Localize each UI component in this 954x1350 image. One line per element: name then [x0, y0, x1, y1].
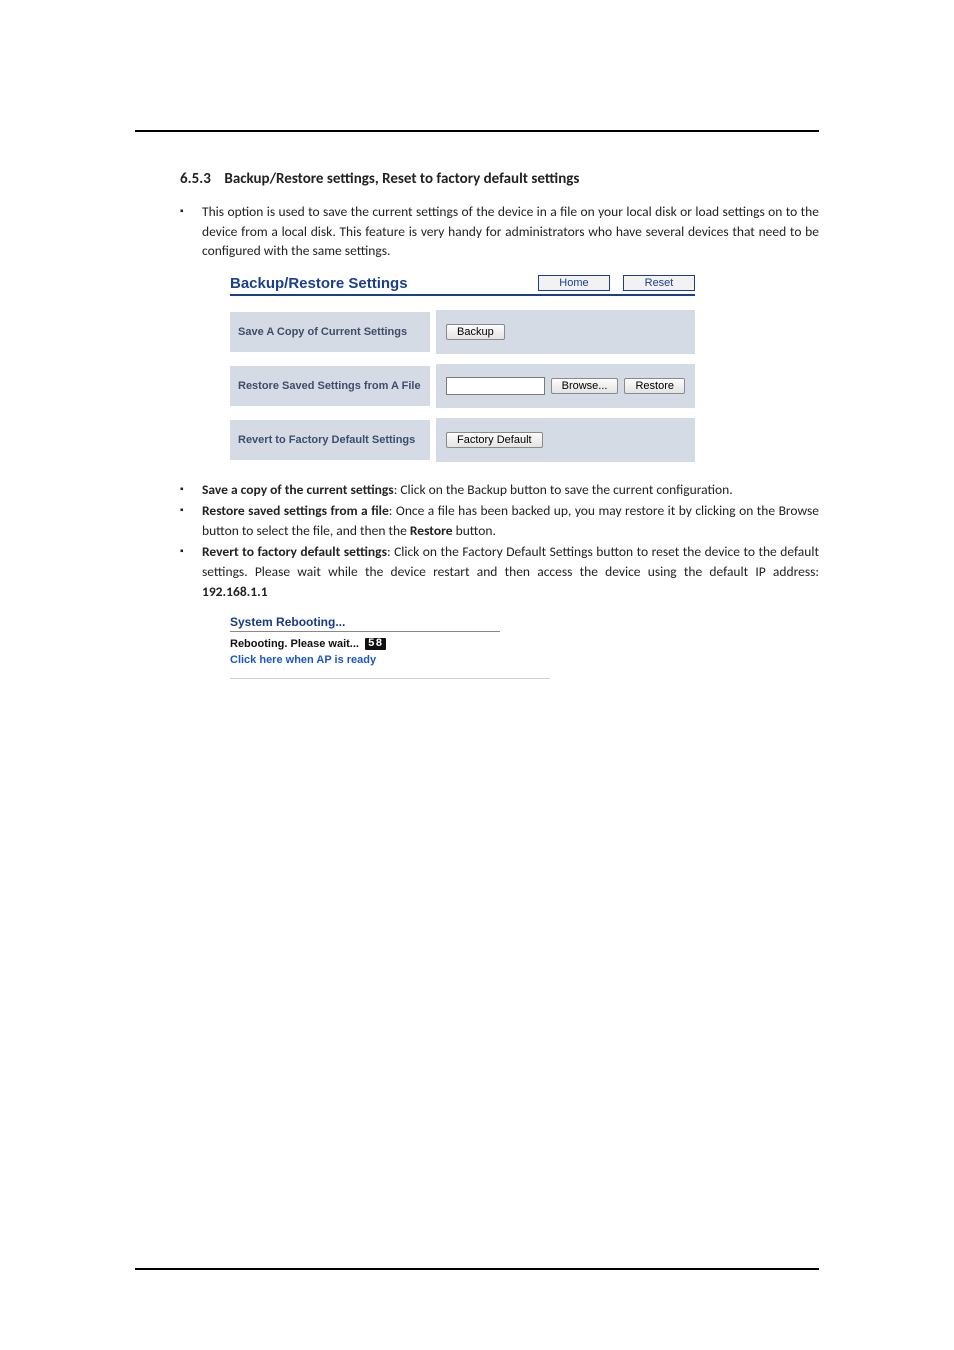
panel-divider: [230, 294, 695, 296]
intro-bullet-list: This option is used to save the current …: [180, 202, 819, 261]
backup-restore-panel: Backup/Restore Settings Home Reset Save …: [230, 275, 695, 462]
reboot-countdown: 58: [365, 638, 386, 650]
bullet-restore-bold: Restore saved settings from a file: [202, 502, 389, 519]
row-save-controls: Backup: [436, 310, 695, 354]
section-title-text: Backup/Restore settings, Reset to factor…: [224, 170, 579, 188]
panel-title: Backup/Restore Settings: [230, 275, 408, 292]
bullet-revert-bold: Revert to factory default settings: [202, 543, 387, 560]
panel-header: Backup/Restore Settings Home Reset: [230, 275, 695, 294]
row-revert-settings: Revert to Factory Default Settings Facto…: [230, 418, 695, 462]
intro-bullet: This option is used to save the current …: [180, 202, 819, 261]
restore-file-input[interactable]: [446, 377, 545, 395]
row-save-settings: Save A Copy of Current Settings Backup: [230, 310, 695, 354]
section-number: 6.5.3: [180, 170, 211, 188]
reboot-ready-link[interactable]: Click here when AP is ready: [230, 654, 500, 666]
reboot-title: System Rebooting...: [230, 615, 500, 631]
panel-header-buttons: Home Reset: [538, 275, 695, 291]
backup-button[interactable]: Backup: [446, 324, 505, 340]
explanation-bullet-list: Save a copy of the current settings: Cli…: [180, 480, 819, 601]
bullet-revert-ip: 192.168.1.1: [202, 583, 268, 600]
bullet-restore-rest2: button.: [453, 522, 496, 539]
document-page: 6.5.3 Backup/Restore settings, Reset to …: [0, 0, 954, 1350]
system-rebooting-panel: System Rebooting... Rebooting. Please wa…: [230, 615, 500, 679]
bullet-save-copy-rest: : Click on the Backup button to save the…: [394, 481, 733, 498]
section-heading: 6.5.3 Backup/Restore settings, Reset to …: [180, 170, 819, 188]
row-revert-controls: Factory Default: [436, 418, 695, 462]
row-restore-controls: Browse... Restore: [436, 364, 695, 408]
row-save-label: Save A Copy of Current Settings: [230, 312, 430, 352]
bullet-restore-bold2: Restore: [410, 522, 453, 539]
reboot-divider: [230, 631, 500, 632]
reboot-footer-divider: [230, 678, 550, 679]
reboot-status-text: Rebooting. Please wait...: [230, 638, 359, 650]
restore-button[interactable]: Restore: [624, 378, 685, 394]
bullet-revert: Revert to factory default settings: Clic…: [180, 542, 819, 601]
factory-default-button[interactable]: Factory Default: [446, 432, 543, 448]
browse-button[interactable]: Browse...: [551, 378, 619, 394]
row-restore-settings: Restore Saved Settings from A File Brows…: [230, 364, 695, 408]
reset-button[interactable]: Reset: [623, 275, 695, 291]
reboot-status-line: Rebooting. Please wait... 58: [230, 638, 500, 650]
bullet-restore: Restore saved settings from a file: Once…: [180, 501, 819, 540]
bullet-save-copy: Save a copy of the current settings: Cli…: [180, 480, 819, 500]
row-revert-label: Revert to Factory Default Settings: [230, 420, 430, 460]
row-restore-label: Restore Saved Settings from A File: [230, 366, 430, 406]
home-button[interactable]: Home: [538, 275, 610, 291]
bullet-save-copy-bold: Save a copy of the current settings: [202, 481, 394, 498]
